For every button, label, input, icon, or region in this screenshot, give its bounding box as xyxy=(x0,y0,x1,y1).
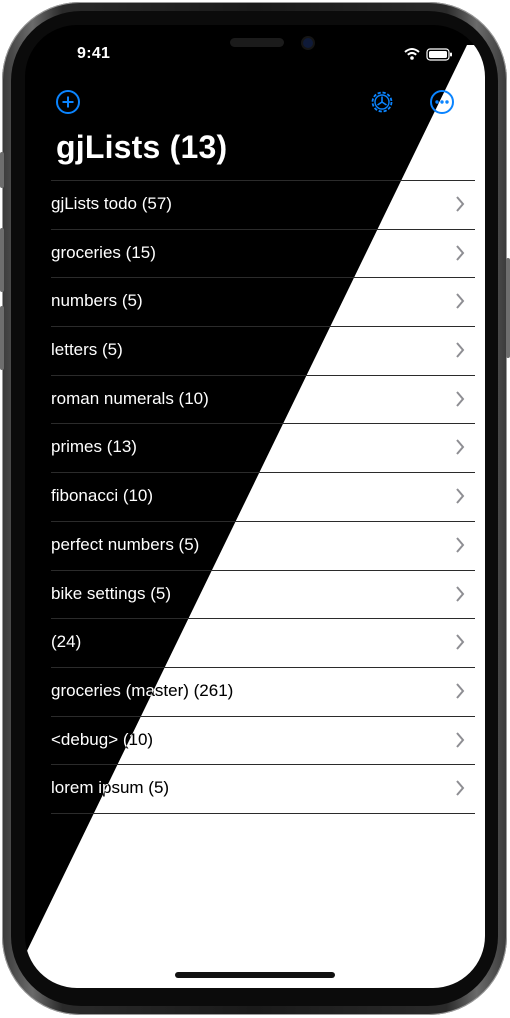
list-item-label: gjLists todo (57) xyxy=(51,194,172,213)
chevron-right-icon xyxy=(456,391,465,407)
list-item-label: <debug> (10) xyxy=(51,729,154,749)
lists-table: gjLists todo (57) groceries (15) numbers… xyxy=(25,180,485,814)
chevron-right-icon xyxy=(456,780,465,796)
list-item[interactable]: letters (5) xyxy=(51,326,475,375)
ellipsis-circle-icon xyxy=(430,90,454,114)
battery-icon xyxy=(426,48,452,61)
add-list-button[interactable] xyxy=(55,89,81,115)
list-item[interactable]: groceries (master) (261) xyxy=(51,666,475,716)
speaker-grille xyxy=(230,38,284,47)
chevron-right-icon xyxy=(456,342,465,358)
wifi-icon xyxy=(404,48,420,60)
settings-button[interactable] xyxy=(369,89,395,115)
list-item[interactable]: groceries (15) xyxy=(51,228,475,278)
chevron-right-icon xyxy=(456,488,465,504)
chevron-right-icon xyxy=(456,683,465,699)
volume-down-button xyxy=(0,306,4,370)
list-item[interactable]: (24) xyxy=(51,618,475,667)
chevron-right-icon xyxy=(456,634,465,650)
chevron-right-icon xyxy=(456,585,465,602)
home-indicator[interactable] xyxy=(175,972,335,978)
list-item-label: numbers (5) xyxy=(51,291,143,311)
list-item[interactable]: numbers (5) xyxy=(51,277,475,326)
list-item-label: fibonacci (10) xyxy=(51,486,154,506)
status-icons xyxy=(404,48,452,61)
chevron-right-icon xyxy=(456,439,465,456)
list-item[interactable]: <debug> (10) xyxy=(51,715,475,765)
plus-circle-icon xyxy=(56,90,80,114)
page-title: gjLists (13) xyxy=(56,129,228,165)
chevron-right-icon xyxy=(456,196,465,212)
list-item-label: groceries (15) xyxy=(51,242,156,262)
list-item[interactable]: gjLists todo (57) xyxy=(51,180,475,229)
list-item[interactable]: lorem ipsum (5) xyxy=(51,764,475,814)
mute-switch xyxy=(0,152,4,188)
list-item-label: (24) xyxy=(51,632,82,652)
list-item-label: roman numerals (10) xyxy=(51,388,209,408)
list-item[interactable]: primes (13) xyxy=(51,423,475,472)
list-item-label: primes (13) xyxy=(51,437,137,457)
more-button[interactable] xyxy=(429,89,455,115)
volume-up-button xyxy=(0,228,4,292)
power-button xyxy=(506,258,510,358)
front-camera xyxy=(303,38,313,48)
list-item-label: bike settings (5) xyxy=(51,583,171,603)
list-item[interactable]: fibonacci (10) xyxy=(51,472,475,521)
gear-badge-icon xyxy=(371,91,393,113)
list-item-label: letters (5) xyxy=(51,340,123,360)
list-item[interactable]: roman numerals (10) xyxy=(51,374,475,424)
chevron-right-icon xyxy=(456,731,465,748)
list-item-label: groceries (master) (261) xyxy=(51,680,234,700)
list-item-label: perfect numbers (5) xyxy=(51,534,200,554)
list-item[interactable]: perfect numbers (5) xyxy=(51,520,475,570)
chevron-right-icon xyxy=(456,537,465,553)
list-item[interactable]: bike settings (5) xyxy=(51,569,475,619)
chevron-right-icon xyxy=(456,245,465,261)
chevron-right-icon xyxy=(456,293,465,310)
status-time: 9:41 xyxy=(77,45,111,62)
screen: 9:41 gjLists (13) gjLists todo (57) groc… xyxy=(25,25,485,988)
list-item-label: lorem ipsum (5) xyxy=(51,778,170,798)
